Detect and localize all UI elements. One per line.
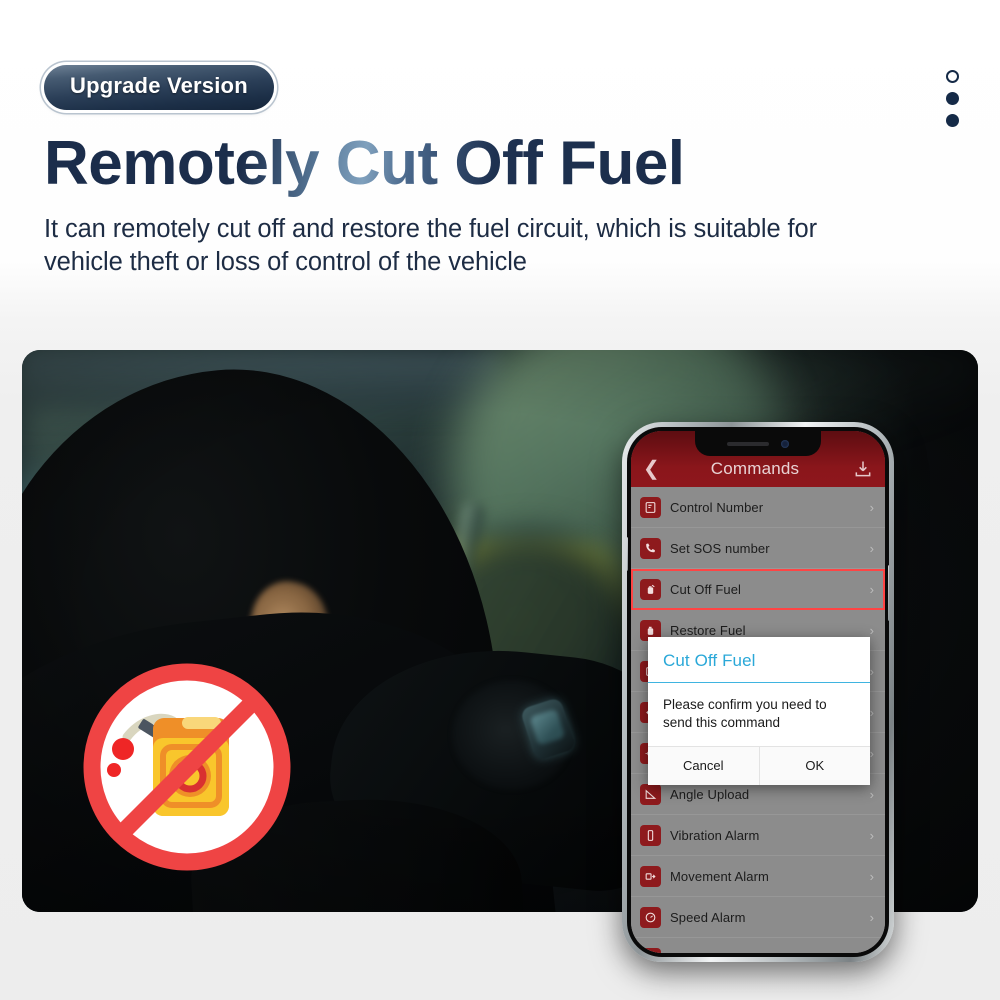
- earpiece-speaker-icon: [727, 441, 769, 446]
- dot-hollow-icon: [946, 70, 959, 83]
- command-label: Angle Upload: [670, 786, 750, 802]
- phone-bezel: ❮ Commands Control Number › Set SOS number…: [627, 427, 889, 957]
- chevron-right-icon: ›: [869, 581, 874, 597]
- chevron-right-icon: ›: [869, 622, 874, 638]
- upgrade-version-badge-wrap: Upgrade Version: [44, 65, 274, 110]
- phone-notch: [695, 431, 821, 456]
- chevron-left-icon[interactable]: ❮: [643, 459, 667, 479]
- command-row-vibration-alarm[interactable]: Vibration Alarm ›: [631, 815, 885, 856]
- no-fuel-prohibition-icon: [83, 663, 291, 871]
- chevron-right-icon: ›: [869, 745, 874, 761]
- app-bar-title: Commands: [710, 459, 800, 478]
- phone-mockup: ❮ Commands Control Number › Set SOS number…: [622, 422, 894, 962]
- chevron-right-icon: ›: [869, 868, 874, 884]
- chevron-right-icon: ›: [869, 663, 874, 679]
- power-button[interactable]: [888, 565, 889, 621]
- dialog-title: Cut Off Fuel: [648, 637, 870, 683]
- dot-filled-icon: [946, 92, 959, 105]
- command-label: Movement Alarm: [670, 868, 769, 884]
- command-row-set-sos-number[interactable]: Set SOS number ›: [631, 528, 885, 569]
- front-camera-icon: [781, 439, 789, 448]
- phone-screen: ❮ Commands Control Number › Set SOS number…: [631, 431, 885, 953]
- chevron-right-icon: ›: [869, 786, 874, 802]
- command-label: Restore Fuel: [670, 622, 746, 638]
- vertical-dots-icon: [946, 70, 959, 127]
- command-row-cut-off-fuel[interactable]: Cut Off Fuel ›: [631, 569, 885, 610]
- download-icon[interactable]: [853, 459, 873, 479]
- cut-off-fuel-icon: [640, 578, 661, 600]
- command-label: Vibration Alarm: [670, 827, 760, 843]
- volume-button[interactable]: [627, 537, 628, 571]
- movement-alarm-icon: [640, 865, 661, 887]
- angle-upload-icon: [640, 783, 661, 805]
- ok-button[interactable]: OK: [758, 746, 870, 785]
- chevron-right-icon: ›: [869, 704, 874, 720]
- dialog-message: Please confirm you need to send this com…: [648, 683, 870, 747]
- command-row-control-number[interactable]: Control Number ›: [631, 487, 885, 528]
- command-row-speed-alarm[interactable]: Speed Alarm ›: [631, 897, 885, 938]
- dot-filled-icon: [946, 114, 959, 127]
- confirm-dialog: Cut Off Fuel Please confirm you need to …: [648, 637, 870, 785]
- engine-alarm-icon: [640, 947, 661, 953]
- command-row-movement-alarm[interactable]: Movement Alarm ›: [631, 856, 885, 897]
- command-label: Cut Off Fuel: [670, 581, 742, 597]
- control-number-icon: [640, 496, 661, 518]
- page-header: Upgrade Version Remotely Cut Off Fuel It…: [0, 0, 1000, 340]
- cancel-button[interactable]: Cancel: [648, 746, 759, 785]
- page-title: Remotely Cut Off Fuel: [44, 129, 685, 198]
- chevron-right-icon: ›: [870, 951, 874, 954]
- chevron-right-icon: ›: [869, 540, 874, 556]
- dialog-actions: Cancel OK: [648, 746, 870, 785]
- chevron-right-icon: ›: [869, 909, 874, 925]
- upgrade-version-badge: Upgrade Version: [44, 65, 274, 110]
- command-row-engine-on-off-alarm[interactable]: Engine On/Off Alarm›: [631, 938, 885, 953]
- command-label: Engine On/Off Alarm: [670, 951, 870, 954]
- command-label: Control Number: [670, 499, 764, 515]
- chevron-right-icon: ›: [869, 827, 874, 843]
- vibration-alarm-icon: [640, 824, 661, 846]
- command-label: Speed Alarm: [670, 909, 746, 925]
- chevron-right-icon: ›: [869, 499, 874, 515]
- command-label: Set SOS number: [670, 540, 770, 556]
- sos-phone-icon: [640, 537, 661, 559]
- speed-alarm-icon: [640, 906, 661, 928]
- page-subtitle: It can remotely cut off and restore the …: [44, 215, 817, 276]
